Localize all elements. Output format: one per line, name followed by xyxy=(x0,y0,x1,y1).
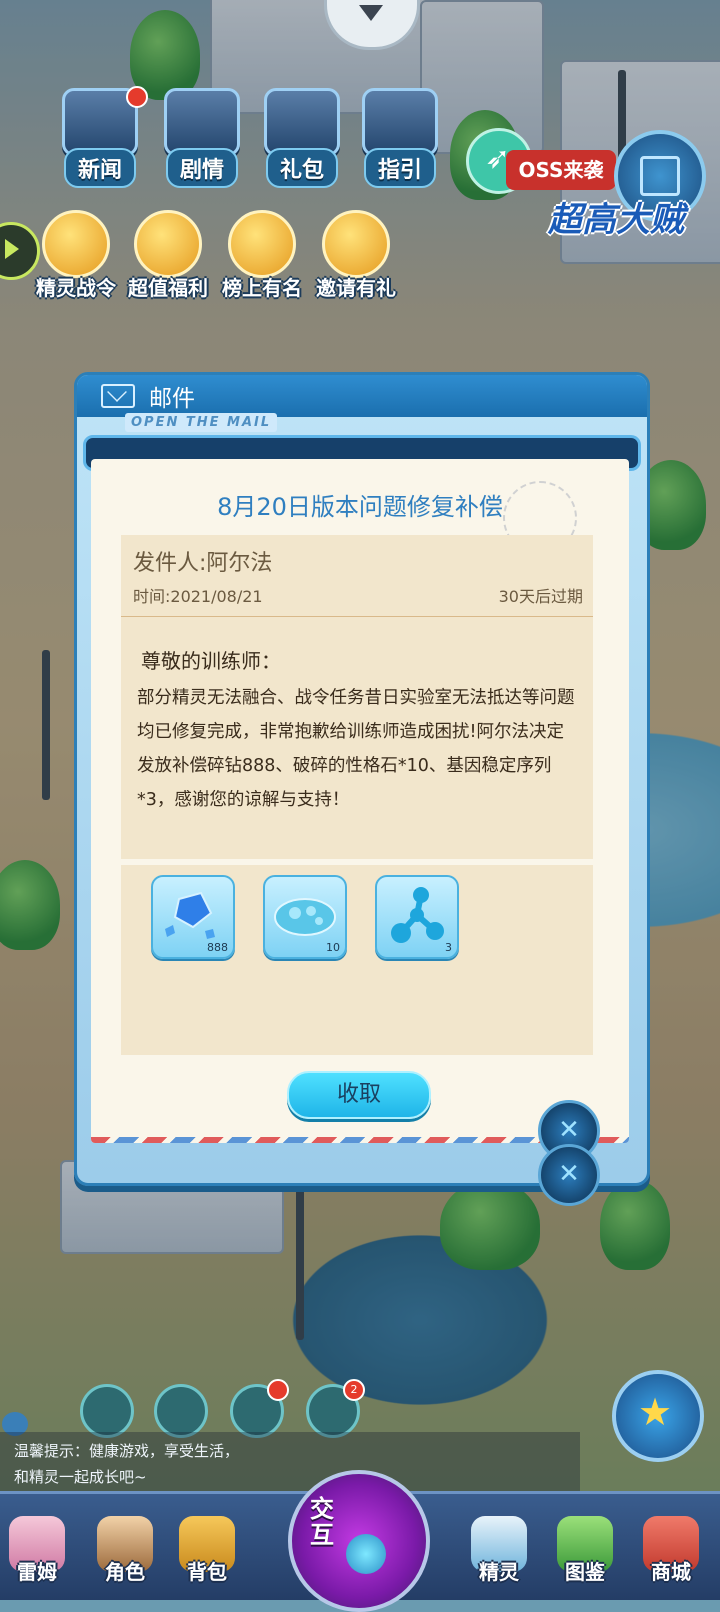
mail-header: 邮件 xyxy=(77,375,647,417)
attachments-panel: 888 10 3 xyxy=(121,865,593,1055)
play-arrow-icon xyxy=(5,239,19,259)
boss-banner-label: OSS来袭 xyxy=(518,158,604,182)
menu-gift-pack-label: 礼包 xyxy=(265,148,338,188)
open-the-mail-tag: OPEN THE MAIL xyxy=(125,413,278,432)
menu-story-label: 剧情 xyxy=(165,148,238,188)
menu-gift-pack[interactable]: 礼包 xyxy=(264,88,340,188)
boss-incoming-banner[interactable]: OSS来袭 xyxy=(506,150,616,190)
mail-letter: 8月20日版本问题修复补偿 发件人:阿尔法 时间:2021/08/21 30天后… xyxy=(91,459,629,1143)
close-icon: ✕ xyxy=(558,1159,580,1189)
feature-welfare-label: 超值福利 xyxy=(128,276,208,300)
map-icon xyxy=(640,156,680,196)
menu-guide[interactable]: 指引 xyxy=(362,88,438,188)
feature-leaderboard-label: 榜上有名 xyxy=(222,276,302,300)
feature-invite[interactable]: 邀请有礼 xyxy=(316,210,396,301)
tip-line-1: 温馨提示：健康游戏，享受生活， xyxy=(14,1442,240,1460)
nav-character[interactable]: 角色 xyxy=(88,1516,162,1585)
story-book-icon xyxy=(164,88,240,156)
welfare-gift-icon xyxy=(134,210,202,278)
nav-codex[interactable]: 图鉴 xyxy=(548,1516,622,1585)
close-button-secondary[interactable]: ✕ xyxy=(538,1144,600,1206)
attachment-count: 10 xyxy=(326,941,340,954)
attachment-item[interactable]: 3 xyxy=(375,875,459,959)
nav-label: 精灵 xyxy=(479,1560,519,1584)
feature-battle-pass[interactable]: 精灵战令 xyxy=(36,210,116,301)
interact-label: 交 互 xyxy=(310,1496,334,1548)
tip-line-2: 和精灵一起成长吧~ xyxy=(14,1468,147,1486)
nav-label: 商城 xyxy=(651,1560,691,1584)
attachment-item[interactable]: 888 xyxy=(151,875,235,959)
notification-dot xyxy=(267,1379,289,1401)
notification-dot xyxy=(126,86,148,108)
nav-label: 背包 xyxy=(187,1560,227,1584)
attachment-count: 3 xyxy=(445,941,452,954)
nav-backpack[interactable]: 背包 xyxy=(170,1516,244,1585)
guide-book-icon xyxy=(362,88,438,156)
mail-sender: 发件人:阿尔法 xyxy=(133,551,273,576)
quick-house-button[interactable] xyxy=(154,1384,208,1438)
quick-friends-button[interactable] xyxy=(230,1379,289,1438)
mail-header-title: 邮件 xyxy=(149,386,195,412)
feature-battle-pass-label: 精灵战令 xyxy=(36,276,116,300)
star-icon: ★ xyxy=(638,1390,673,1434)
menu-news[interactable]: 新闻 xyxy=(62,86,148,188)
feature-invite-label: 邀请有礼 xyxy=(316,276,396,300)
feature-welfare[interactable]: 超值福利 xyxy=(128,210,208,301)
badge-count: 2 xyxy=(343,1379,365,1401)
mail-greeting: 尊敬的训练师： xyxy=(141,649,281,673)
nav-leimu[interactable]: 雷姆 xyxy=(0,1516,74,1585)
gift-chest-icon xyxy=(264,88,340,156)
quick-tree-button[interactable] xyxy=(80,1384,134,1438)
envelope-icon xyxy=(101,384,135,408)
invitation-icon xyxy=(322,210,390,278)
star-skill-button[interactable]: ★ xyxy=(612,1370,704,1462)
interact-label-line-2: 互 xyxy=(310,1521,334,1549)
nav-label: 图鉴 xyxy=(565,1560,605,1584)
mail-body[interactable]: 尊敬的训练师： 部分精灵无法融合、战令任务昔日实验室无法抵达等问题均已修复完成，… xyxy=(121,617,593,859)
menu-guide-label: 指引 xyxy=(363,148,436,188)
quick-bell-button[interactable]: 2 xyxy=(306,1379,365,1438)
nav-label: 角色 xyxy=(105,1560,145,1584)
battle-pass-icon xyxy=(42,210,110,278)
trophy-icon xyxy=(228,210,296,278)
interact-label-line-1: 交 xyxy=(310,1495,334,1523)
menu-story[interactable]: 剧情 xyxy=(164,88,240,188)
attachment-count: 888 xyxy=(207,941,228,954)
feature-leaderboard[interactable]: 榜上有名 xyxy=(222,210,302,301)
mail-content: 部分精灵无法融合、战令任务昔日实验室无法抵达等问题均已修复完成，非常抱歉给训练师… xyxy=(137,688,575,810)
mail-expire: 30天后过期 xyxy=(498,587,583,606)
event-banner-text: 超高大贼 xyxy=(548,200,684,240)
nav-spirit[interactable]: 精灵 xyxy=(462,1516,536,1585)
mail-info: 发件人:阿尔法 时间:2021/08/21 30天后过期 xyxy=(121,535,593,617)
nav-shop[interactable]: 商城 xyxy=(634,1516,708,1585)
interact-button[interactable]: 交 互 xyxy=(288,1470,430,1612)
mail-title: 8月20日版本问题修复补偿 xyxy=(217,493,503,521)
fountain-icon xyxy=(346,1534,386,1574)
mail-time: 时间:2021/08/21 xyxy=(133,587,263,606)
arrow-down-icon xyxy=(359,5,383,21)
mail-dialog: 邮件 OPEN THE MAIL 8月20日版本问题修复补偿 发件人:阿尔法 时… xyxy=(74,372,650,1186)
menu-news-label: 新闻 xyxy=(63,148,136,188)
attachment-item[interactable]: 10 xyxy=(263,875,347,959)
nav-label: 雷姆 xyxy=(17,1560,57,1584)
claim-button[interactable]: 收取 xyxy=(287,1071,431,1119)
